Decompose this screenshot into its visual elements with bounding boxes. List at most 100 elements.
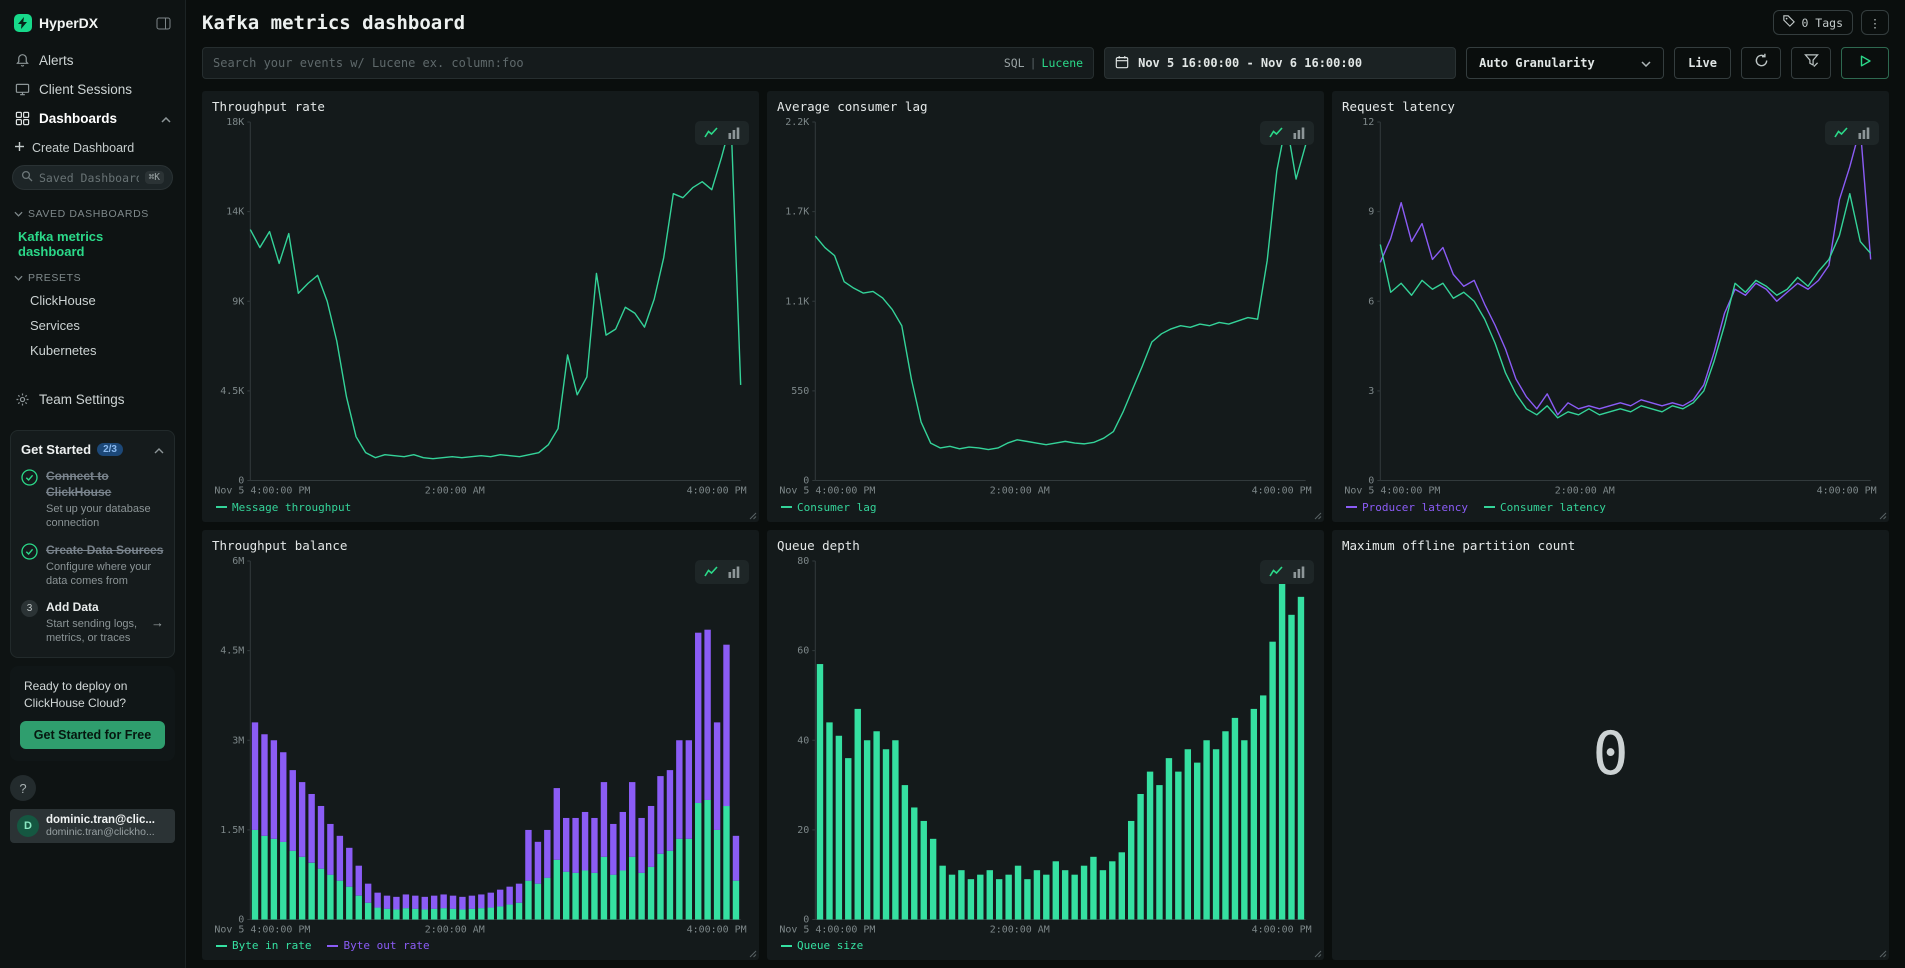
request-latency-chart[interactable]: 036912Nov 5 4:00:00 PM2:00:00 AM4:00:00 … xyxy=(1342,114,1879,499)
gear-icon xyxy=(14,392,30,407)
app-window: HyperDX Alerts Client Sessions Dashboard… xyxy=(0,0,1905,968)
legend-item[interactable]: Byte out rate xyxy=(327,939,429,952)
svg-text:4.5M: 4.5M xyxy=(220,645,244,656)
filter-button[interactable] xyxy=(1791,47,1831,79)
sidebar-item-team-settings[interactable]: Team Settings xyxy=(10,385,175,414)
sidebar-item-kubernetes[interactable]: Kubernetes xyxy=(10,338,175,363)
throughput-rate-chart[interactable]: 04.5K9K14K18KNov 5 4:00:00 PM2:00:00 AM4… xyxy=(212,114,749,499)
line-chart-icon[interactable] xyxy=(704,127,718,139)
svg-text:2.2K: 2.2K xyxy=(785,117,809,128)
bar-chart-icon[interactable] xyxy=(728,566,740,578)
event-search-box: SQL | Lucene xyxy=(202,47,1094,79)
line-chart-icon[interactable] xyxy=(1834,127,1848,139)
section-saved-dashboards[interactable]: SAVED DASHBOARDS xyxy=(10,200,175,224)
chevron-down-icon xyxy=(14,208,23,220)
bar-chart-icon[interactable] xyxy=(1293,127,1305,139)
series-dash xyxy=(216,506,227,508)
get-started-free-button[interactable]: Get Started for Free xyxy=(20,721,165,749)
run-query-button[interactable] xyxy=(1841,47,1889,79)
resize-handle-icon[interactable] xyxy=(749,950,757,958)
sql-toggle[interactable]: SQL xyxy=(1004,56,1025,70)
svg-text:Nov 5 4:00:00 PM: Nov 5 4:00:00 PM xyxy=(214,486,310,497)
help-button[interactable]: ? xyxy=(10,775,36,801)
dashboard-grid: Throughput rate 04.5K9K14K18KNov 5 4:00:… xyxy=(202,91,1889,960)
legend-item[interactable]: Consumer latency xyxy=(1484,501,1606,514)
topbar: Kafka metrics dashboard 0 Tags ⋮ xyxy=(202,10,1889,35)
resize-handle-icon[interactable] xyxy=(1879,950,1887,958)
date-range-picker[interactable]: Nov 5 16:00:00 - Nov 6 16:00:00 xyxy=(1104,47,1456,79)
tags-button[interactable]: 0 Tags xyxy=(1773,10,1853,35)
sidebar-item-client-sessions[interactable]: Client Sessions xyxy=(10,75,175,104)
legend-item[interactable]: Byte in rate xyxy=(216,939,311,952)
sidebar-item-label: Team Settings xyxy=(39,392,125,407)
series-dash xyxy=(1484,506,1495,508)
sidebar-item-dashboards[interactable]: Dashboards xyxy=(10,104,175,133)
svg-text:60: 60 xyxy=(797,645,809,656)
user-email: dominic.tran@clickho... xyxy=(46,826,155,838)
sidebar-item-alerts[interactable]: Alerts xyxy=(10,46,175,75)
section-presets[interactable]: PRESETS xyxy=(10,264,175,288)
svg-text:2:00:00 AM: 2:00:00 AM xyxy=(1555,486,1615,497)
svg-text:2:00:00 AM: 2:00:00 AM xyxy=(990,924,1050,935)
legend-label: Queue size xyxy=(797,939,863,952)
line-chart-icon[interactable] xyxy=(1269,127,1283,139)
svg-text:80: 80 xyxy=(797,555,809,566)
bar-chart-icon[interactable] xyxy=(1858,127,1870,139)
bar-chart-icon[interactable] xyxy=(728,127,740,139)
legend-item[interactable]: Queue size xyxy=(781,939,863,952)
legend-item[interactable]: Message throughput xyxy=(216,501,351,514)
line-chart-icon[interactable] xyxy=(1269,566,1283,578)
step-desc: Set up your database connection xyxy=(46,502,164,531)
user-name: dominic.tran@clic... xyxy=(46,814,155,826)
sidebar-item-clickhouse[interactable]: ClickHouse xyxy=(10,288,175,313)
date-range-value: Nov 5 16:00:00 - Nov 6 16:00:00 xyxy=(1138,56,1362,70)
user-menu[interactable]: D dominic.tran@clic... dominic.tran@clic… xyxy=(10,809,175,843)
saved-dashboards-search-input[interactable] xyxy=(39,171,139,185)
series-dash xyxy=(781,506,792,508)
event-search-input[interactable] xyxy=(213,56,996,70)
consumer-lag-chart[interactable]: 05501.1K1.7K2.2KNov 5 4:00:00 PM2:00:00 … xyxy=(777,114,1314,499)
legend-item[interactable]: Consumer lag xyxy=(781,501,876,514)
step-desc: Start sending logs, metrics, or traces xyxy=(46,617,143,646)
bar-chart-icon[interactable] xyxy=(1293,566,1305,578)
resize-handle-icon[interactable] xyxy=(1879,512,1887,520)
chevron-down-icon xyxy=(1641,56,1651,70)
legend-item[interactable]: Producer latency xyxy=(1346,501,1468,514)
queue-depth-chart[interactable]: 020406080Nov 5 4:00:00 PM2:00:00 AM4:00:… xyxy=(777,553,1314,938)
chart-type-toggle xyxy=(1260,121,1314,145)
live-button[interactable]: Live xyxy=(1674,47,1731,79)
legend-label: Message throughput xyxy=(232,501,351,514)
get-started-step-connect[interactable]: Connect to ClickHouse Set up your databa… xyxy=(21,468,164,531)
sidebar-item-kafka-dashboard[interactable]: Kafka metrics dashboard xyxy=(10,224,175,264)
panel-menu-button[interactable]: ⋮ xyxy=(1861,10,1889,35)
saved-dashboards-search[interactable]: ⌘K xyxy=(12,165,173,190)
chart-legend: Message throughput xyxy=(212,499,749,518)
svg-text:4:00:00 PM: 4:00:00 PM xyxy=(1817,486,1877,497)
arrow-right-icon: → xyxy=(151,615,164,630)
line-chart-icon[interactable] xyxy=(704,566,718,578)
resize-handle-icon[interactable] xyxy=(1314,512,1322,520)
throughput-balance-chart[interactable]: 01.5M3M4.5M6MNov 5 4:00:00 PM2:00:00 AM4… xyxy=(212,553,749,938)
get-started-step-add-data[interactable]: 3 Add Data Start sending logs, metrics, … xyxy=(21,599,164,646)
resize-handle-icon[interactable] xyxy=(749,512,757,520)
lucene-toggle[interactable]: Lucene xyxy=(1042,56,1084,70)
refresh-button[interactable] xyxy=(1741,47,1781,79)
resize-handle-icon[interactable] xyxy=(1314,950,1322,958)
panel-request-latency: Request latency 036912Nov 5 4:00:00 PM2:… xyxy=(1332,91,1889,522)
svg-text:Nov 5 4:00:00 PM: Nov 5 4:00:00 PM xyxy=(779,486,875,497)
avatar: D xyxy=(17,815,39,837)
hyperdx-logo-icon[interactable] xyxy=(14,14,32,32)
granularity-select[interactable]: Auto Granularity xyxy=(1466,47,1664,79)
svg-text:18K: 18K xyxy=(226,117,244,128)
svg-text:4:00:00 PM: 4:00:00 PM xyxy=(687,924,747,935)
sidebar-collapse-icon[interactable] xyxy=(156,17,171,30)
get-started-step-sources[interactable]: Create Data Sources Configure where your… xyxy=(21,542,164,589)
sidebar-item-services[interactable]: Services xyxy=(10,313,175,338)
query-controls: SQL | Lucene Nov 5 16:00:00 - Nov 6 16:0… xyxy=(202,47,1889,79)
refresh-icon xyxy=(1754,53,1769,73)
create-dashboard-button[interactable]: Create Dashboard xyxy=(10,133,175,163)
chevron-up-icon[interactable] xyxy=(154,442,164,457)
svg-text:1.5M: 1.5M xyxy=(220,824,244,835)
series-dash xyxy=(216,945,227,947)
series-dash xyxy=(1346,506,1357,508)
